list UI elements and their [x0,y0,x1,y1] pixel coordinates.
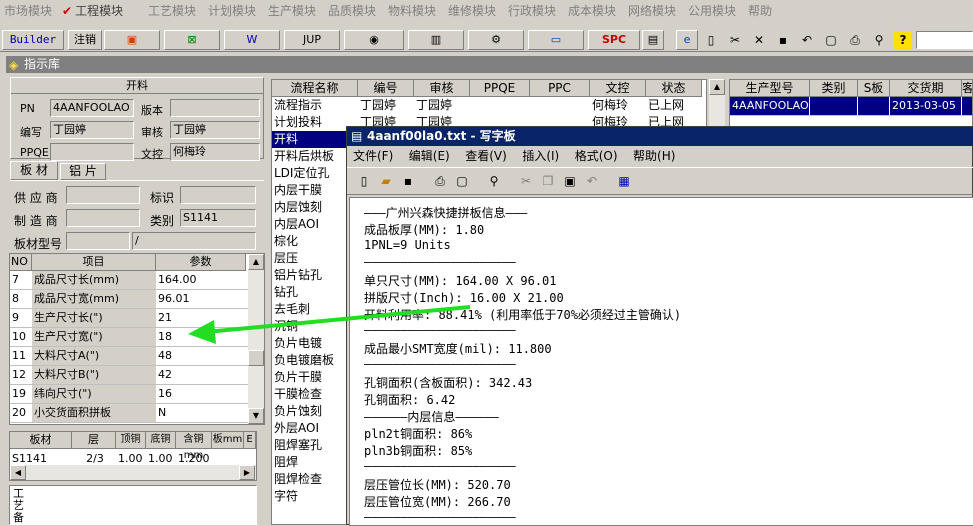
arrow-line [205,305,471,334]
arrow-head [188,320,216,344]
annotation-arrow [188,305,471,344]
